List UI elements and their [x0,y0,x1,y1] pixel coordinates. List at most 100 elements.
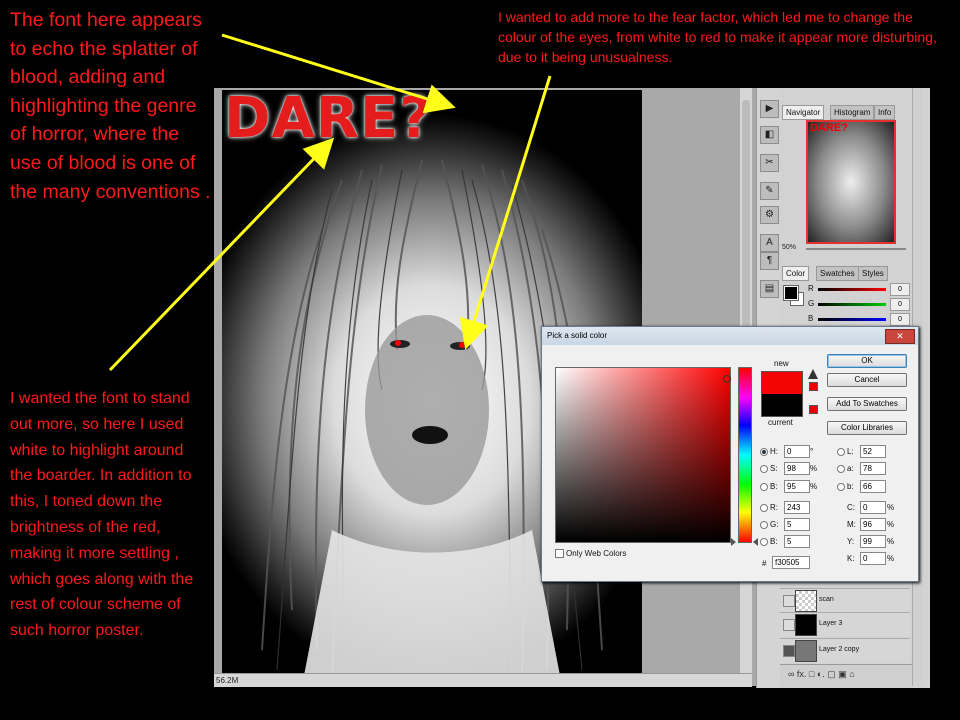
status-bar: 56.2M [214,673,752,687]
tab-info[interactable]: Info [874,105,896,120]
status-zoom: 56.2M [216,676,239,685]
c-label: C: [847,503,855,512]
layers-footer-toolbar[interactable]: ∞ fx. □ ◐. ▢ ▣ ⌂ [780,664,920,687]
color-libraries-button[interactable]: Color Libraries [827,421,907,435]
r-input[interactable]: 243 [784,501,810,514]
move-tool-icon[interactable]: ▶ [760,100,779,118]
a-label: a: [847,464,854,473]
current-color-swatch[interactable] [761,394,803,417]
layer-row[interactable]: scan [780,588,910,613]
notes-tool-icon[interactable]: ▤ [760,280,779,298]
c-unit: % [887,503,895,512]
s-unit: % [810,464,818,473]
tab-swatches[interactable]: Swatches [816,266,859,281]
color-channel-g-value[interactable]: 0 [890,298,910,311]
navigator-thumb-title: DARE? [810,122,848,134]
color-channel-b-label: B [808,314,814,323]
color-channel-r-value[interactable]: 0 [890,283,910,296]
radio-g[interactable] [760,521,768,529]
history-tool-icon[interactable]: ◧ [760,126,779,144]
paragraph-tool-icon[interactable]: ¶ [760,252,779,270]
radio-r[interactable] [760,504,768,512]
type-tool-icon[interactable]: A [760,234,779,252]
a-input[interactable]: 78 [860,462,886,475]
visibility-toggle[interactable] [783,595,795,607]
l-label: L: [847,447,854,456]
brush-tool-icon[interactable]: ✎ [760,182,779,200]
web-safe-swatch[interactable] [809,405,818,414]
radio-l[interactable] [837,448,845,456]
b-input[interactable]: 95 [784,480,810,493]
new-label: new [774,359,789,368]
tab-navigator[interactable]: Navigator [782,105,825,120]
h-input[interactable]: 0 [784,445,810,458]
radio-h[interactable] [760,448,768,456]
navigator-zoom-slider[interactable] [806,248,906,250]
hex-input[interactable]: f30505 [772,556,810,569]
foreground-swatch[interactable] [783,285,799,301]
m-unit: % [887,520,895,529]
layer-thumbnail [795,614,817,636]
tab-styles[interactable]: Styles [858,266,888,281]
color-slider-r[interactable] [818,288,886,291]
m-input[interactable]: 96 [860,518,886,531]
y-unit: % [887,537,895,546]
hue-slider-handle-left[interactable] [731,538,736,546]
radio-s[interactable] [760,465,768,473]
only-web-colors-checkbox[interactable] [555,549,564,558]
tab-histogram[interactable]: Histogram [830,105,875,120]
hex-label: # [762,559,767,568]
layer-thumbnail [795,640,817,662]
navigator-zoom-value[interactable]: 50% [782,244,796,251]
crop-tool-icon[interactable]: ✂ [760,154,779,172]
layers-footer-icons[interactable]: ∞ fx. □ ◐. ▢ ▣ ⌂ [788,669,855,680]
saturation-brightness-field[interactable] [555,367,731,543]
visibility-toggle[interactable] [783,619,795,631]
gamut-warning-icon[interactable] [808,369,818,379]
g-label: G: [770,520,779,529]
y-input[interactable]: 99 [860,535,886,548]
radio-blue[interactable] [760,538,768,546]
blue-input[interactable]: 5 [784,535,810,548]
close-icon[interactable]: ✕ [885,329,915,344]
navigator-zoom: 50% [782,244,922,256]
ok-button[interactable]: OK [827,354,907,368]
hue-slider[interactable] [738,367,752,543]
hue-slider-handle-right[interactable] [753,538,758,546]
layer-thumbnail [795,590,817,612]
m-label: M: [847,520,856,529]
l-input[interactable]: 52 [860,445,886,458]
layer-name: Layer 2 copy [819,646,860,653]
radio-a[interactable] [837,465,845,473]
color-channel-b-value[interactable]: 0 [890,313,910,326]
poster-title: DARE? [224,86,433,151]
radio-b[interactable] [760,483,768,491]
lab-b-input[interactable]: 66 [860,480,886,493]
k-unit: % [887,554,895,563]
eye-icon[interactable] [783,645,795,657]
navigator-thumbnail[interactable]: DARE? [806,120,896,244]
layer-name: scan [819,596,834,603]
dialog-titlebar[interactable]: Pick a solid color ✕ [542,327,918,345]
tab-color[interactable]: Color [782,266,810,281]
k-input[interactable]: 0 [860,552,886,565]
color-picker-dialog: Pick a solid color ✕ new current OK Canc… [541,326,919,582]
g-input[interactable]: 5 [784,518,810,531]
k-label: K: [847,554,855,563]
annotation-white-border: I wanted the font to stand out more, so … [10,390,194,640]
gamut-swatch[interactable] [809,382,818,391]
add-to-swatches-button[interactable]: Add To Swatches [827,397,907,411]
b-unit: % [810,482,818,491]
annotation-eye-color: I wanted to add more to the fear factor,… [498,9,937,65]
c-input[interactable]: 0 [860,501,886,514]
color-slider-g[interactable] [818,303,886,306]
cancel-button[interactable]: Cancel [827,373,907,387]
color-slider-b[interactable] [818,318,886,321]
radio-lab-b[interactable] [837,483,845,491]
layer-row[interactable]: Layer 2 copy [780,638,910,663]
field-cursor[interactable] [723,375,731,383]
layer-row[interactable]: Layer 3 [780,612,910,637]
s-input[interactable]: 98 [784,462,810,475]
clone-tool-icon[interactable]: ⚙ [760,206,779,224]
h-label: H: [770,447,778,456]
